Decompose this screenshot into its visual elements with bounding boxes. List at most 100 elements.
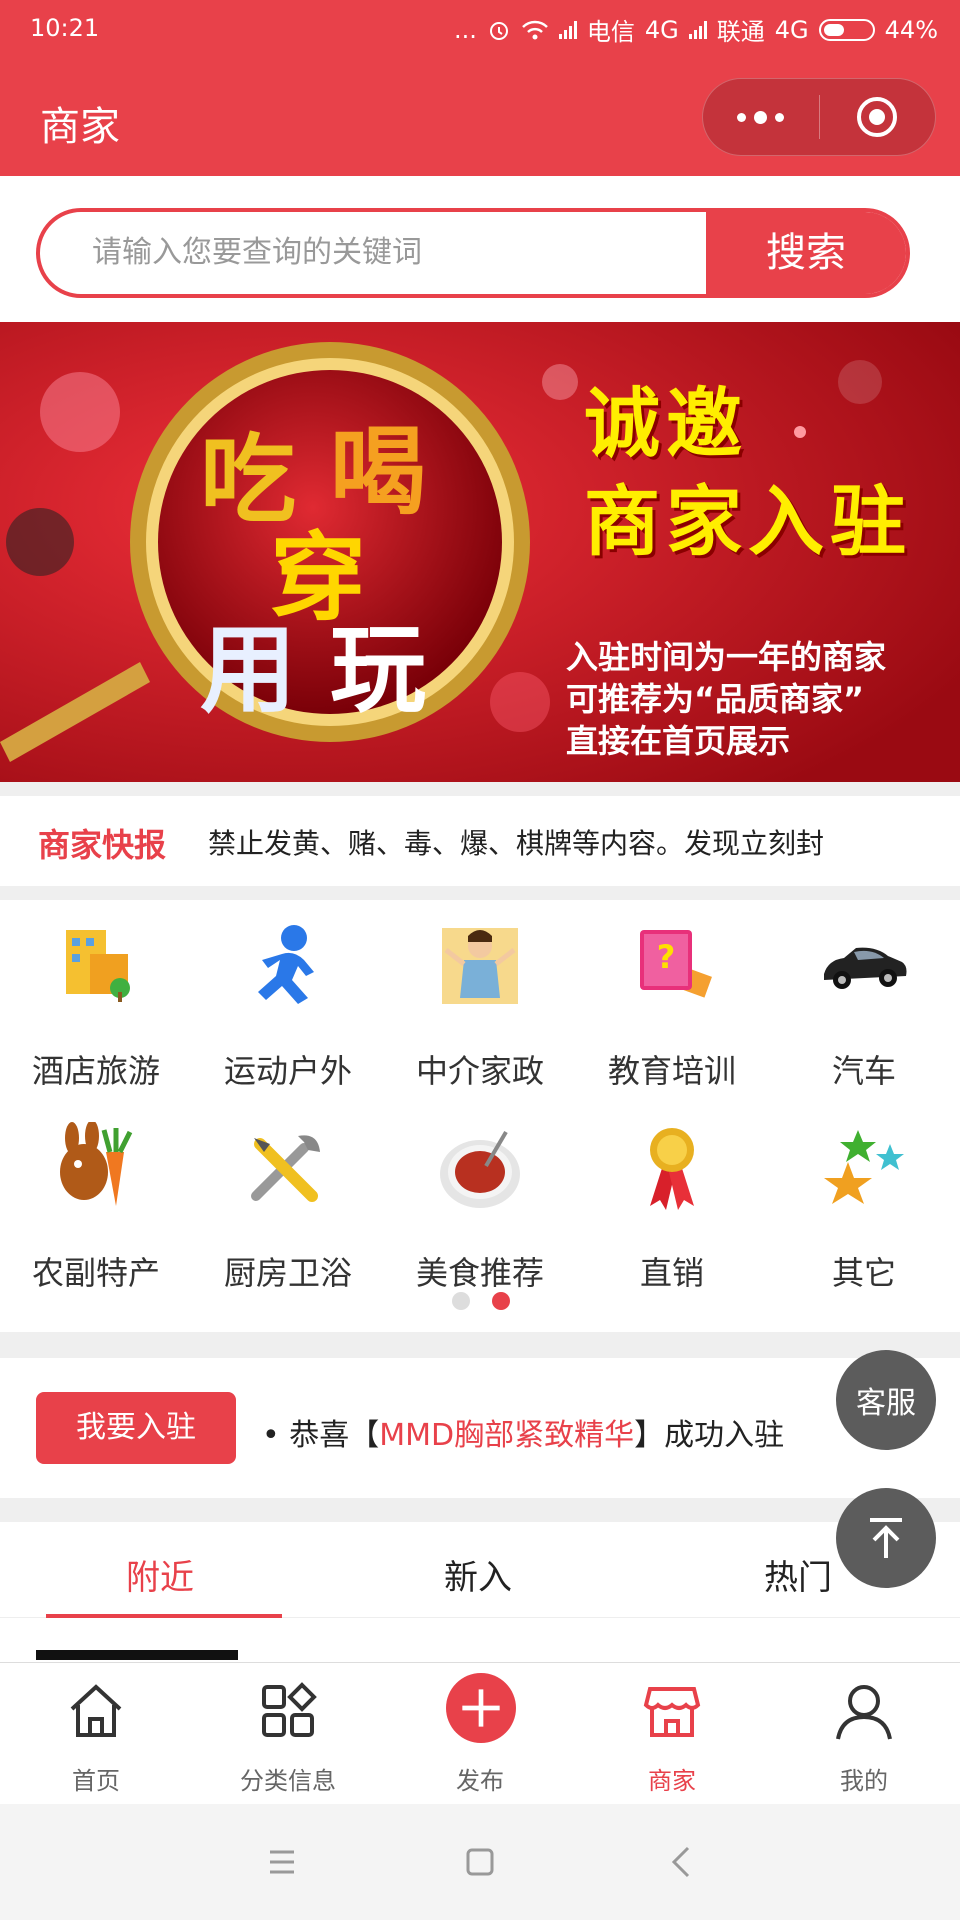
category-label: 农副特产 [31, 1254, 160, 1292]
list-item-placeholder [36, 1650, 238, 1660]
join-button[interactable]: 我要入驻 [36, 1392, 236, 1464]
banner-desc-line: 入驻时间为一年的商家 [566, 638, 887, 676]
running-man-icon [258, 925, 314, 1004]
tabbar-merchant[interactable]: 商家 [576, 1663, 768, 1805]
category-grid: 酒店旅游 运动户外 中介家政 ? 教育培训 汽车 农副特产 厨房卫浴 美食推荐 … [0, 900, 960, 1332]
alarm-icon [489, 21, 508, 40]
category-item[interactable]: 运动户外 [192, 900, 384, 1100]
tabbar-home[interactable]: 首页 [0, 1663, 192, 1805]
banner-headline: 诚邀 [584, 379, 748, 468]
banner-desc-line: 直接在首页展示 [566, 722, 791, 760]
rabbit-carrot-icon [60, 1122, 133, 1206]
search-section: 请输入您要查询的关键词 搜索 [0, 176, 960, 322]
search-box: 请输入您要查询的关键词 搜索 [36, 208, 910, 298]
category-item[interactable]: 美食推荐 [384, 1102, 576, 1302]
medal-icon [650, 1128, 694, 1210]
close-button[interactable] [820, 79, 936, 155]
category-label: 其它 [831, 1254, 896, 1292]
status-bar: 10:21 ... 电信 4G 联通 4G 44% [0, 0, 960, 60]
category-label: 运动户外 [223, 1052, 352, 1090]
signal-icon [558, 20, 577, 39]
pager-dot[interactable] [452, 1292, 470, 1310]
shop-icon [643, 1687, 701, 1737]
tabbar-category[interactable]: 分类信息 [192, 1663, 384, 1805]
books-icon: ? [640, 930, 712, 998]
bottom-tab-bar: 首页 分类信息 发布 商家 我的 [0, 1662, 960, 1804]
tabbar-mine[interactable]: 我的 [768, 1663, 960, 1805]
category-label: 直销 [639, 1254, 704, 1292]
back-to-top-button[interactable] [836, 1488, 936, 1588]
tabbar-label: 商家 [648, 1767, 696, 1795]
category-item[interactable]: 酒店旅游 [0, 900, 192, 1100]
more-dots-icon [737, 110, 785, 124]
category-label: 教育培训 [607, 1052, 736, 1090]
home-square-icon[interactable] [460, 1842, 500, 1882]
system-nav-bar [0, 1804, 960, 1920]
join-suffix: 】成功入驻 [634, 1418, 785, 1453]
wifi-icon [522, 20, 548, 39]
pager-dot-active[interactable] [492, 1292, 510, 1310]
arrow-up-icon [870, 1518, 902, 1558]
category-item[interactable]: 汽车 [768, 900, 960, 1100]
category-label: 酒店旅游 [31, 1052, 160, 1090]
more-button[interactable] [703, 79, 819, 155]
banner-glass-char: 用 [200, 614, 296, 726]
tabbar-label: 分类信息 [240, 1767, 336, 1795]
promo-banner[interactable]: 吃 喝 穿 用 玩 诚邀 商家入驻 入驻时间为一年的商家 可推荐为“品质商家” … [0, 322, 960, 782]
housekeeper-icon [442, 928, 518, 1004]
grid-icon [262, 1682, 317, 1737]
tabbar-label: 发布 [456, 1767, 504, 1795]
banner-desc-line: 可推荐为“品质商家” [566, 680, 865, 718]
merchant-tabs: 附近 新入 热门 [0, 1522, 960, 1618]
join-section: 我要入驻 • 恭喜【MMD胸部紧致精华】成功入驻 [0, 1358, 960, 1498]
battery-icon [818, 18, 875, 41]
nav-bar: 商家 [0, 60, 960, 176]
banner-description: 入驻时间为一年的商家 可推荐为“品质商家” 直接在首页展示 [566, 636, 886, 762]
network-2: 4G [774, 15, 809, 44]
user-icon [836, 1685, 892, 1740]
battery-level: 44% [884, 15, 938, 44]
plus-circle-icon [446, 1673, 516, 1743]
news-text: 禁止发黄、赌、毒、爆、棋牌等内容。发现立刻封 [208, 827, 825, 860]
svg-text:?: ? [657, 938, 676, 976]
hotel-icon [66, 930, 130, 1002]
page-title: 商家 [40, 104, 120, 150]
back-icon[interactable] [662, 1842, 702, 1882]
carrier-2: 联通 [716, 18, 765, 46]
tab-new[interactable]: 新入 [444, 1550, 512, 1599]
category-item[interactable]: 直销 [576, 1102, 768, 1302]
tabbar-label: 首页 [72, 1767, 120, 1795]
search-button[interactable]: 搜索 [706, 212, 906, 294]
carrier-1: 电信 [586, 18, 635, 46]
car-icon [824, 947, 907, 989]
tabbar-publish[interactable]: 发布 [384, 1663, 576, 1805]
category-item[interactable]: 其它 [768, 1102, 960, 1302]
category-item[interactable]: ? 教育培训 [576, 900, 768, 1100]
category-item[interactable]: 中介家政 [384, 900, 576, 1100]
join-announcement: • 恭喜【MMD胸部紧致精华】成功入驻 [262, 1410, 784, 1454]
soup-bowl-icon [440, 1130, 520, 1208]
home-icon [70, 1684, 122, 1737]
category-item[interactable]: 农副特产 [0, 1102, 192, 1302]
category-item[interactable]: 厨房卫浴 [192, 1102, 384, 1302]
tools-icon [251, 1135, 320, 1202]
network-1: 4G [644, 15, 679, 44]
category-label: 汽车 [831, 1052, 896, 1090]
stars-icon [824, 1130, 904, 1204]
tabbar-label: 我的 [840, 1767, 888, 1795]
banner-glass-char: 玩 [330, 614, 426, 726]
category-label: 美食推荐 [415, 1254, 544, 1292]
customer-service-button[interactable]: 客服 [836, 1350, 936, 1450]
join-merchant-name[interactable]: MMD胸部紧致精华 [379, 1418, 634, 1453]
menu-icon[interactable] [262, 1842, 302, 1882]
category-label: 厨房卫浴 [223, 1254, 352, 1292]
tab-nearby[interactable]: 附近 [126, 1550, 194, 1599]
news-label: 商家快报 [38, 826, 167, 864]
mini-program-capsule [702, 78, 936, 156]
tab-hot[interactable]: 热门 [764, 1550, 832, 1599]
signal-icon [688, 20, 707, 39]
category-label: 中介家政 [415, 1052, 544, 1090]
search-input[interactable]: 请输入您要查询的关键词 [40, 212, 706, 294]
news-ticker[interactable]: 商家快报 禁止发黄、赌、毒、爆、棋牌等内容。发现立刻封 [0, 796, 960, 886]
category-pager [452, 1292, 510, 1310]
